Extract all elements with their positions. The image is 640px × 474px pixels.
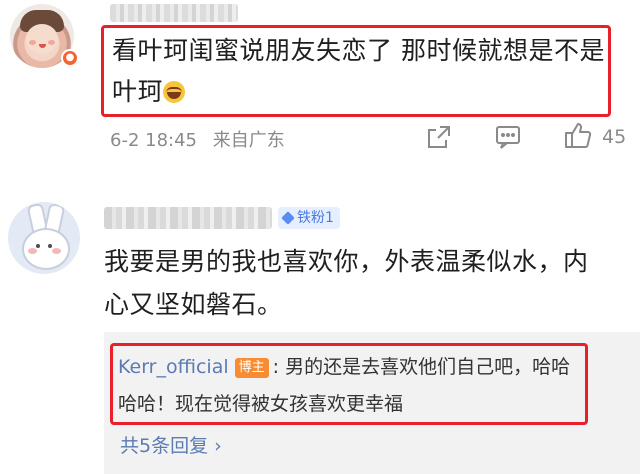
fan-badge-label: 铁粉1 [297, 210, 334, 226]
comment-text: 看叶珂闺蜜说朋友失恋了 那时候就想是不是叶珂 [112, 30, 608, 112]
avatar-cheek-left [29, 40, 36, 45]
fan-badge[interactable]: 铁粉1 [278, 207, 340, 229]
avatar-eye-left [36, 244, 40, 248]
comment-icon[interactable] [495, 124, 521, 150]
avatar-rabbit[interactable] [8, 202, 80, 274]
view-more-replies-label: 共5条回复 [120, 435, 209, 457]
avatar-face [26, 24, 58, 54]
flame-badge-icon: ● [61, 49, 79, 67]
comment-text-line-2: 心又坚如磐石。 [104, 290, 283, 319]
avatar-blush-left [28, 248, 37, 254]
comment-meta: 6-2 18:45 来自广东 [110, 126, 285, 152]
comment-date: 6-2 18:45 [110, 130, 197, 151]
comment-location: 来自广东 [212, 130, 285, 151]
reply-author-link[interactable]: Kerr_official [118, 356, 229, 378]
comment-text-content: 看叶珂闺蜜说朋友失恋了 那时候就想是不是叶珂 [112, 36, 605, 106]
reply-item: Kerr_official 博主: 男的还是去喜欢他们自己吧，哈哈哈哈！现在觉得被… [118, 349, 586, 423]
view-more-replies-link[interactable]: 共5条回复 › [120, 431, 222, 458]
diamond-icon [281, 211, 295, 225]
username-blurred[interactable] [110, 4, 238, 22]
username-blurred[interactable] [104, 207, 272, 229]
laughing-crying-emoji-icon [163, 81, 186, 103]
share-icon[interactable] [426, 124, 452, 150]
blogger-badge: 博主 [234, 358, 269, 378]
comment-text-line-1: 我要是男的我也喜欢你，外表温柔似水，内 [104, 247, 589, 276]
thumbs-up-icon[interactable] [563, 120, 593, 150]
avatar-cheek-right [48, 40, 55, 45]
avatar-blush-right [52, 248, 61, 254]
chevron-right-icon: › [214, 435, 222, 457]
avatar-eye-right [48, 244, 52, 248]
like-count: 45 [602, 126, 627, 148]
comment-text: 我要是男的我也喜欢你，外表温柔似水，内 心又坚如磐石。 [104, 240, 640, 326]
